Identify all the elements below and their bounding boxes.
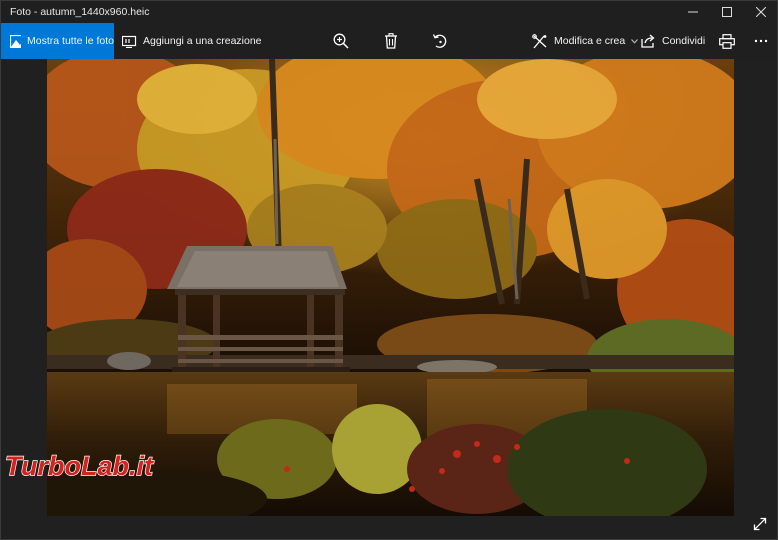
minimize-icon — [688, 11, 698, 13]
rotate-button[interactable] — [430, 23, 450, 59]
turbolab-watermark: TurboLab.it — [3, 448, 198, 482]
photos-app-window: Foto - autumn_1440x960.heic Mostra tutte… — [0, 0, 778, 540]
share-label: Condividi — [662, 35, 706, 47]
close-icon — [756, 7, 766, 17]
delete-button[interactable] — [381, 23, 401, 59]
photo-gallery-icon — [10, 34, 22, 48]
maximize-icon — [722, 7, 732, 17]
zoom-in-icon — [333, 33, 349, 49]
edit-and-create-button[interactable]: Modifica e crea — [532, 23, 639, 59]
minimize-button[interactable] — [677, 1, 709, 23]
show-all-photos-button[interactable]: Mostra tutte le foto — [1, 23, 114, 59]
share-button[interactable]: Condividi — [641, 23, 705, 59]
edit-and-create-label: Modifica e crea — [554, 35, 626, 47]
trash-icon — [385, 33, 397, 49]
print-button[interactable] — [717, 23, 737, 59]
add-creation-icon — [122, 35, 137, 48]
add-to-creation-button[interactable]: Aggiungi a una creazione — [122, 23, 262, 59]
watermark-text: TurboLab.it — [5, 451, 154, 481]
more-icon — [754, 39, 768, 43]
window-title: Foto - autumn_1440x960.heic — [10, 6, 150, 18]
more-options-button[interactable] — [751, 23, 771, 59]
add-to-creation-label: Aggiungi a una creazione — [143, 35, 262, 47]
close-button[interactable] — [745, 1, 777, 23]
print-icon — [719, 33, 735, 49]
rotate-icon — [432, 34, 447, 48]
edit-create-icon — [532, 33, 547, 48]
share-icon — [641, 34, 655, 48]
maximize-button[interactable] — [711, 1, 743, 23]
title-bar: Foto - autumn_1440x960.heic — [1, 1, 777, 23]
zoom-button[interactable] — [331, 23, 351, 59]
expand-icon — [753, 517, 767, 531]
chevron-down-icon — [631, 38, 639, 44]
command-bar: Mostra tutte le foto Aggiungi a una crea… — [1, 23, 777, 59]
fullscreen-button[interactable] — [749, 513, 771, 535]
show-all-photos-label: Mostra tutte le foto — [27, 35, 114, 47]
